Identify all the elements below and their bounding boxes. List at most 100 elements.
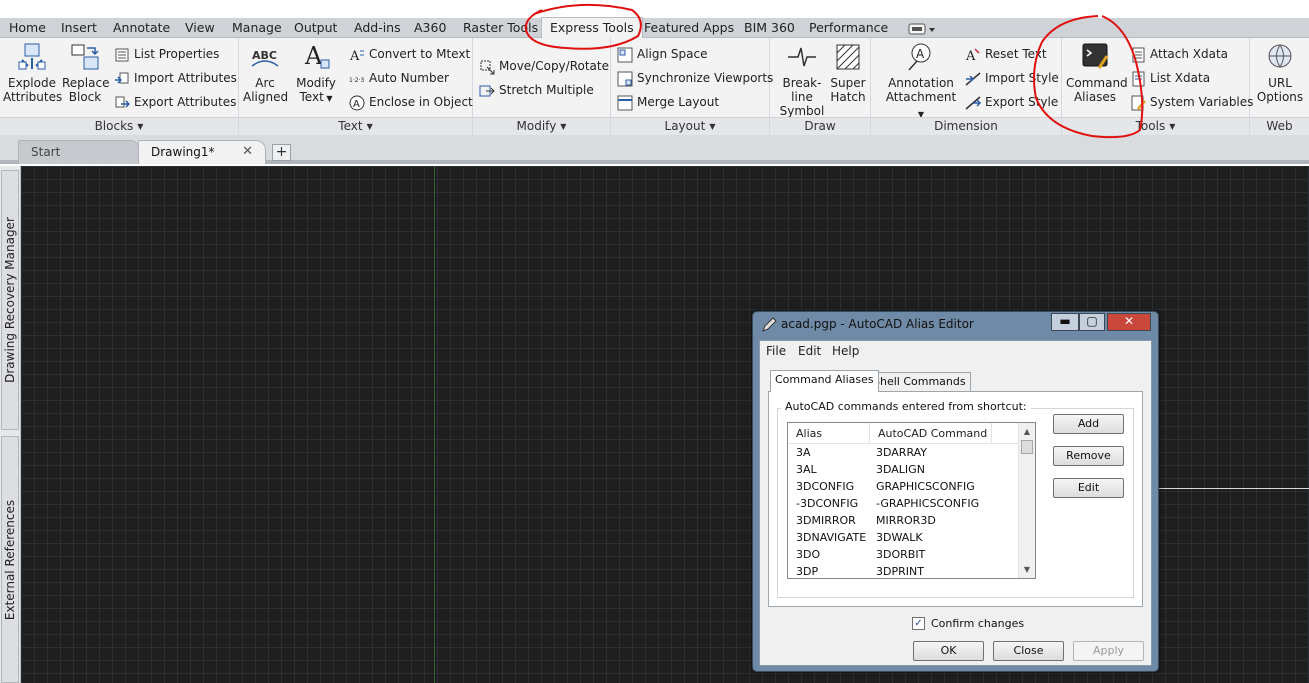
command-aliases-button[interactable]: Command Aliases (1066, 42, 1128, 104)
tab-bim-360[interactable]: BIM 360 (744, 18, 795, 38)
close-dialog-button[interactable]: Close (993, 641, 1064, 661)
menu-edit[interactable]: Edit (798, 344, 821, 358)
tab-shell-commands[interactable]: Shell Commands (868, 372, 971, 392)
ribbon-tab-bar: Home Insert Annotate View Manage Output … (0, 17, 1309, 38)
scroll-thumb[interactable] (1021, 440, 1033, 454)
super-hatch-icon (836, 44, 860, 70)
tab-output[interactable]: Output (294, 18, 337, 38)
reset-text-icon: A (965, 47, 980, 63)
import-attributes-icon (115, 72, 129, 84)
merge-layout-button[interactable]: Merge Layout (617, 91, 719, 113)
tab-performance[interactable]: Performance (809, 18, 888, 38)
file-tab-start[interactable]: Start (18, 140, 140, 164)
import-attributes-button[interactable]: Import Attributes (114, 67, 237, 89)
list-xdata-button[interactable]: List Xdata (1130, 67, 1210, 89)
auto-number-button[interactable]: 1·2·3 Auto Number (349, 67, 449, 89)
list-header: Alias AutoCAD Command (788, 423, 1019, 444)
enclose-object-icon: A (349, 95, 365, 110)
import-style-icon (965, 71, 981, 86)
apply-button[interactable]: Apply (1073, 641, 1144, 661)
file-tab-drawing1[interactable]: Drawing1* ✕ (138, 140, 266, 164)
annotation-attachment-button[interactable]: A Annotation Attachment ▼ (883, 42, 959, 122)
vertical-scrollbar[interactable]: ▲ ▼ (1018, 423, 1035, 578)
minimize-button[interactable]: ▬ (1051, 313, 1079, 331)
external-references-tab[interactable]: External References (1, 436, 19, 683)
ribbon-options-dropdown[interactable] (907, 18, 937, 38)
tab-featured-apps[interactable]: Featured Apps (644, 18, 734, 38)
reset-text-button[interactable]: A Reset Text (965, 43, 1047, 65)
ok-button[interactable]: OK (913, 641, 984, 661)
tab-command-aliases[interactable]: Command Aliases (770, 370, 879, 392)
panel-blocks-title[interactable]: Blocks ▼ (0, 117, 238, 135)
stretch-multiple-button[interactable]: Stretch Multiple (479, 79, 594, 101)
stretch-multiple-icon (479, 85, 495, 96)
list-xdata-icon (1132, 71, 1145, 86)
close-button[interactable]: ✕ (1107, 313, 1151, 331)
chevron-down-icon: ▼ (366, 122, 373, 131)
export-attributes-button[interactable]: Export Attributes (114, 91, 236, 113)
tab-raster-tools[interactable]: Raster Tools (463, 18, 538, 38)
table-row[interactable]: 3DP 3DPRINT (788, 563, 1019, 578)
remove-button[interactable]: Remove (1053, 446, 1124, 466)
add-button[interactable]: Add (1053, 414, 1124, 434)
panel-tools-title[interactable]: Tools ▼ (1062, 117, 1249, 135)
file-tab-bar: Start Drawing1* ✕ + (0, 135, 1309, 164)
panel-blocks: Explode Attributes Replace Block List Pr… (0, 38, 239, 135)
tab-annotate[interactable]: Annotate (113, 18, 170, 38)
edit-button[interactable]: Edit (1053, 478, 1124, 498)
column-autocad-command[interactable]: AutoCAD Command (870, 423, 992, 444)
move-copy-rotate-button[interactable]: Move/Copy/Rotate (479, 55, 609, 77)
arc-aligned-button[interactable]: ABC Arc Aligned (243, 42, 288, 104)
panel-layout-title[interactable]: Layout ▼ (611, 117, 769, 135)
list-properties-button[interactable]: List Properties (114, 43, 219, 65)
dialog-title: acad.pgp - AutoCAD Alias Editor (781, 317, 974, 331)
confirm-changes-label: Confirm changes (931, 617, 1025, 630)
tab-express-tools[interactable]: Express Tools (541, 17, 643, 38)
convert-mtext-icon: A (349, 49, 364, 63)
system-variables-button[interactable]: System Variables (1130, 91, 1253, 113)
tab-view[interactable]: View (185, 18, 215, 38)
align-space-button[interactable]: Align Space (617, 43, 707, 65)
table-row[interactable]: 3DMIRROR MIRROR3D (788, 512, 1019, 529)
column-alias[interactable]: Alias (788, 423, 870, 444)
replace-block-button[interactable]: Replace Block (62, 42, 109, 104)
panel-text-title[interactable]: Text ▼ (239, 117, 472, 135)
panel-modify-title[interactable]: Modify ▼ (473, 117, 610, 135)
confirm-changes-checkbox[interactable]: ✓ (912, 617, 925, 630)
close-icon[interactable]: ✕ (242, 141, 253, 163)
svg-text:A: A (965, 49, 976, 63)
alias-list[interactable]: Alias AutoCAD Command 3A 3DARRAY 3AL 3DALI… (787, 422, 1036, 579)
synchronize-viewports-button[interactable]: Synchronize Viewports (617, 67, 773, 89)
tab-insert[interactable]: Insert (61, 18, 97, 38)
table-row[interactable]: -3DCONFIG -GRAPHICSCONFIG (788, 495, 1019, 512)
tab-manage[interactable]: Manage (232, 18, 282, 38)
break-line-symbol-button[interactable]: Break-line Symbol (774, 42, 830, 118)
menu-file[interactable]: File (766, 344, 786, 358)
import-style-button[interactable]: Import Style (965, 67, 1059, 89)
menu-help[interactable]: Help (832, 344, 859, 358)
url-options-button[interactable]: URL Options (1256, 42, 1304, 104)
explode-attributes-button[interactable]: Explode Attributes (3, 42, 62, 104)
tab-home[interactable]: Home (9, 18, 46, 38)
new-tab-button[interactable]: + (272, 144, 291, 161)
scroll-down-icon[interactable]: ▼ (1019, 561, 1035, 578)
table-row[interactable]: 3DNAVIGATE 3DWALK (788, 529, 1019, 546)
scroll-up-icon[interactable]: ▲ (1019, 423, 1035, 440)
convert-to-mtext-button[interactable]: A Convert to Mtext (349, 43, 470, 65)
tab-add-ins[interactable]: Add-ins (354, 18, 401, 38)
maximize-button[interactable]: ▢ (1079, 313, 1105, 331)
table-row[interactable]: 3A 3DARRAY (788, 444, 1019, 461)
attach-xdata-button[interactable]: Attach Xdata (1130, 43, 1228, 65)
table-row[interactable]: 3DO 3DORBIT (788, 546, 1019, 563)
enclose-in-object-button[interactable]: A Enclose in Object (349, 91, 473, 113)
table-row[interactable]: 3AL 3DALIGN (788, 461, 1019, 478)
dialog-titlebar[interactable]: acad.pgp - AutoCAD Alias Editor ▬ ▢ ✕ (753, 312, 1158, 338)
tab-a360[interactable]: A360 (414, 18, 446, 38)
move-copy-rotate-icon (480, 60, 495, 74)
table-row[interactable]: 3DCONFIG GRAPHICSCONFIG (788, 478, 1019, 495)
super-hatch-button[interactable]: Super Hatch (828, 42, 868, 104)
panel-dimension: A Annotation Attachment ▼ A Reset Text Im… (871, 38, 1062, 135)
modify-text-button[interactable]: A Modify Text ▼ (291, 42, 341, 106)
export-style-button[interactable]: Export Style (965, 91, 1058, 113)
drawing-recovery-manager-tab[interactable]: Drawing Recovery Manager (1, 170, 19, 430)
